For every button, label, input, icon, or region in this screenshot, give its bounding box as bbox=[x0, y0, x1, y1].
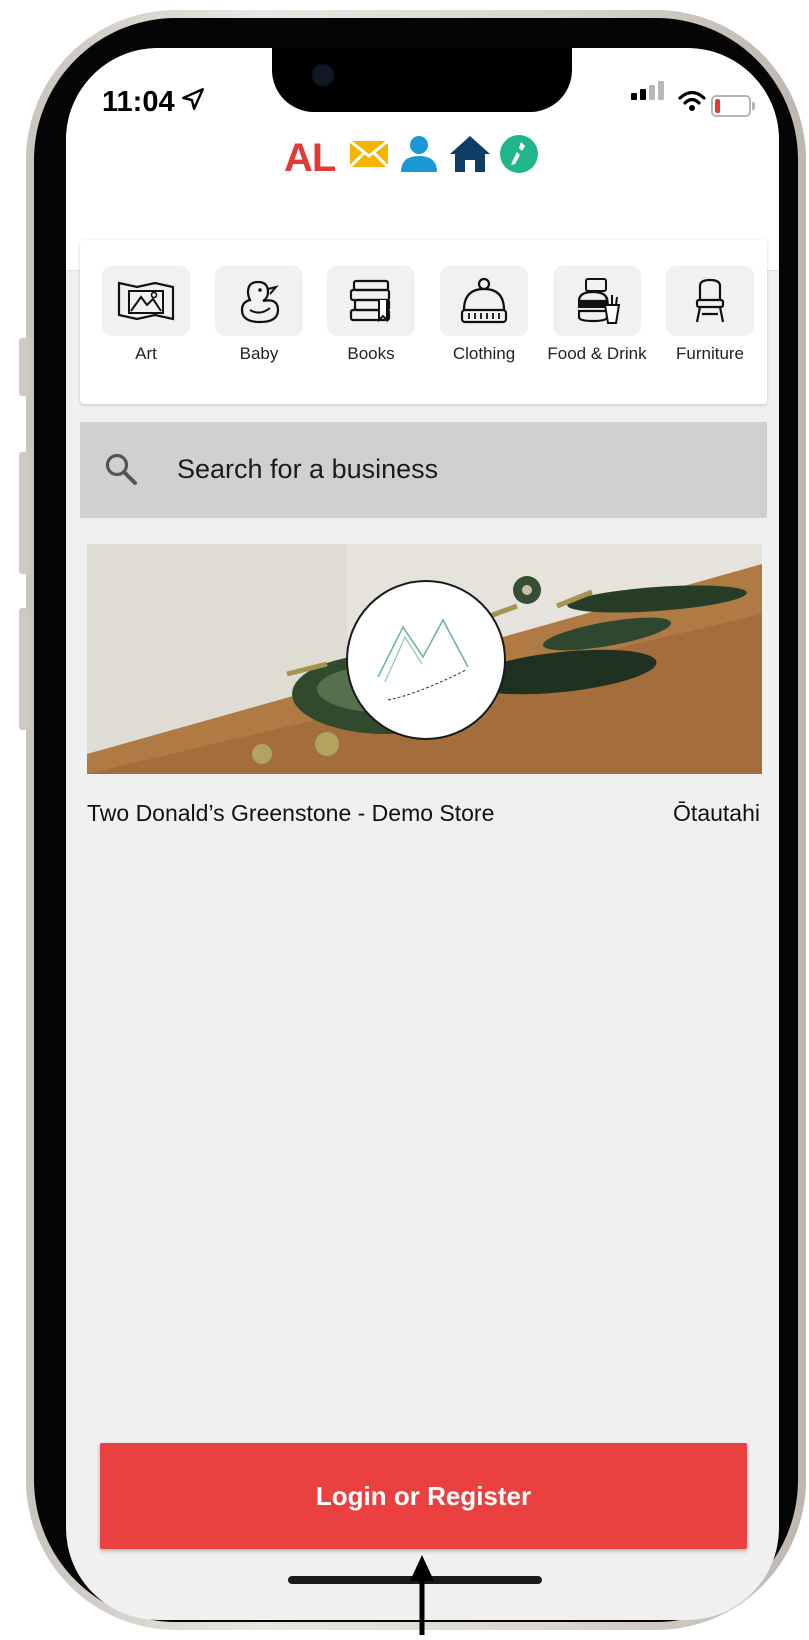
search-bar[interactable]: Search for a business bbox=[80, 422, 767, 518]
screen: 11:04 AL Art Baby Books Clothing Food & … bbox=[66, 48, 779, 1620]
front-camera bbox=[312, 64, 334, 86]
food-drink-icon bbox=[553, 266, 641, 336]
beanie-icon bbox=[440, 266, 528, 336]
category-clothing[interactable]: Clothing bbox=[429, 266, 539, 364]
nz-map-icon[interactable] bbox=[499, 134, 539, 174]
volume-down-button bbox=[19, 608, 29, 730]
status-time: 11:04 bbox=[102, 86, 175, 118]
baby-duck-icon bbox=[215, 266, 303, 336]
category-food-drink[interactable]: Food & Drink bbox=[542, 266, 652, 364]
business-name[interactable]: Two Donald’s Greenstone - Demo Store bbox=[87, 800, 494, 827]
art-icon bbox=[102, 266, 190, 336]
silent-switch bbox=[19, 338, 29, 396]
business-card[interactable] bbox=[87, 544, 762, 774]
books-icon bbox=[327, 266, 415, 336]
category-baby[interactable]: Baby bbox=[204, 266, 314, 364]
status-bar: 11:04 bbox=[66, 48, 779, 128]
mail-icon[interactable] bbox=[348, 134, 390, 174]
login-register-button[interactable]: Login or Register bbox=[100, 1443, 747, 1549]
business-location: Ōtautahi bbox=[673, 800, 760, 826]
category-label: Baby bbox=[239, 344, 279, 363]
category-label: Food & Drink bbox=[547, 344, 647, 363]
category-art[interactable]: Art bbox=[91, 266, 201, 364]
pointer-arrow-icon bbox=[410, 1555, 434, 1640]
search-placeholder: Search for a business bbox=[177, 454, 439, 484]
category-carousel[interactable]: Art Baby Books Clothing Food & Drink Fur… bbox=[80, 240, 767, 404]
category-books[interactable]: Books bbox=[316, 266, 426, 364]
wifi-icon bbox=[678, 88, 706, 119]
category-furniture[interactable]: Furniture bbox=[655, 266, 765, 364]
category-label: Books bbox=[347, 344, 395, 363]
chair-icon bbox=[666, 266, 754, 336]
category-label: Art bbox=[135, 344, 157, 363]
search-icon bbox=[104, 452, 138, 491]
category-label: Clothing bbox=[452, 344, 516, 363]
location-arrow-icon bbox=[180, 86, 206, 119]
business-logo bbox=[346, 580, 506, 740]
home-icon[interactable] bbox=[449, 134, 490, 174]
volume-up-button bbox=[19, 452, 29, 574]
app-logo-text: AL bbox=[284, 136, 336, 180]
category-label: Furniture bbox=[675, 344, 745, 363]
user-icon[interactable] bbox=[399, 134, 439, 174]
battery-icon bbox=[711, 95, 755, 117]
